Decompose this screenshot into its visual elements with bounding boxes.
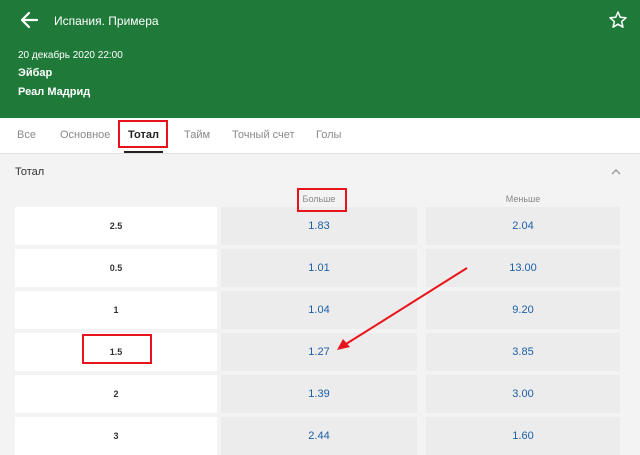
match-datetime: 20 декабрь 2020 22:00 <box>18 50 123 61</box>
column-over-header: Больше <box>302 194 336 204</box>
odd-over[interactable]: 2.44 <box>221 417 417 455</box>
odds-row: 0.5 1.01 13.00 <box>15 249 620 287</box>
match-header: Испания. Примера 20 декабрь 2020 22:00 Э… <box>0 0 640 118</box>
total-line: 1.5 <box>15 333 217 371</box>
team-away: Реал Мадрид <box>18 86 91 98</box>
odd-under[interactable]: 2.04 <box>426 207 620 245</box>
tab-half[interactable]: Тайм <box>184 118 210 153</box>
star-outline-icon[interactable] <box>608 10 628 30</box>
chevron-up-icon[interactable] <box>610 166 622 178</box>
total-line: 0.5 <box>15 249 217 287</box>
total-line: 1 <box>15 291 217 329</box>
odd-over[interactable]: 1.01 <box>221 249 417 287</box>
total-line: 3 <box>15 417 217 455</box>
total-market: Тотал Больше Меньше 2.5 1.83 2.04 0.5 1.… <box>0 154 640 455</box>
odd-over[interactable]: 1.39 <box>221 375 417 413</box>
odds-row: 2.5 1.83 2.04 <box>15 207 620 245</box>
odds-row: 1.5 1.27 3.85 <box>15 333 620 371</box>
tab-exact-score[interactable]: Точный счет <box>232 118 295 153</box>
total-line: 2.5 <box>15 207 217 245</box>
total-line: 2 <box>15 375 217 413</box>
market-title: Тотал <box>15 166 45 178</box>
odd-over[interactable]: 1.27 <box>221 333 417 371</box>
team-home: Эйбар <box>18 67 53 79</box>
odd-over[interactable]: 1.04 <box>221 291 417 329</box>
league-title: Испания. Примера <box>54 14 159 28</box>
odd-under[interactable]: 13.00 <box>426 249 620 287</box>
odd-over[interactable]: 1.83 <box>221 207 417 245</box>
odds-row: 1 1.04 9.20 <box>15 291 620 329</box>
odds-row: 3 2.44 1.60 <box>15 417 620 455</box>
column-under-header: Меньше <box>505 194 541 204</box>
odd-under[interactable]: 1.60 <box>426 417 620 455</box>
odds-row: 2 1.39 3.00 <box>15 375 620 413</box>
arrow-left-icon[interactable] <box>18 10 40 30</box>
odd-under[interactable]: 9.20 <box>426 291 620 329</box>
tab-all[interactable]: Все <box>17 118 36 153</box>
odd-under[interactable]: 3.00 <box>426 375 620 413</box>
odd-under[interactable]: 3.85 <box>426 333 620 371</box>
tab-goals[interactable]: Голы <box>316 118 341 153</box>
tab-total[interactable]: Тотал <box>124 118 163 153</box>
tab-main[interactable]: Основное <box>60 118 110 153</box>
market-tabs: Все Основное Тотал Тайм Точный счет Голы <box>0 118 640 154</box>
